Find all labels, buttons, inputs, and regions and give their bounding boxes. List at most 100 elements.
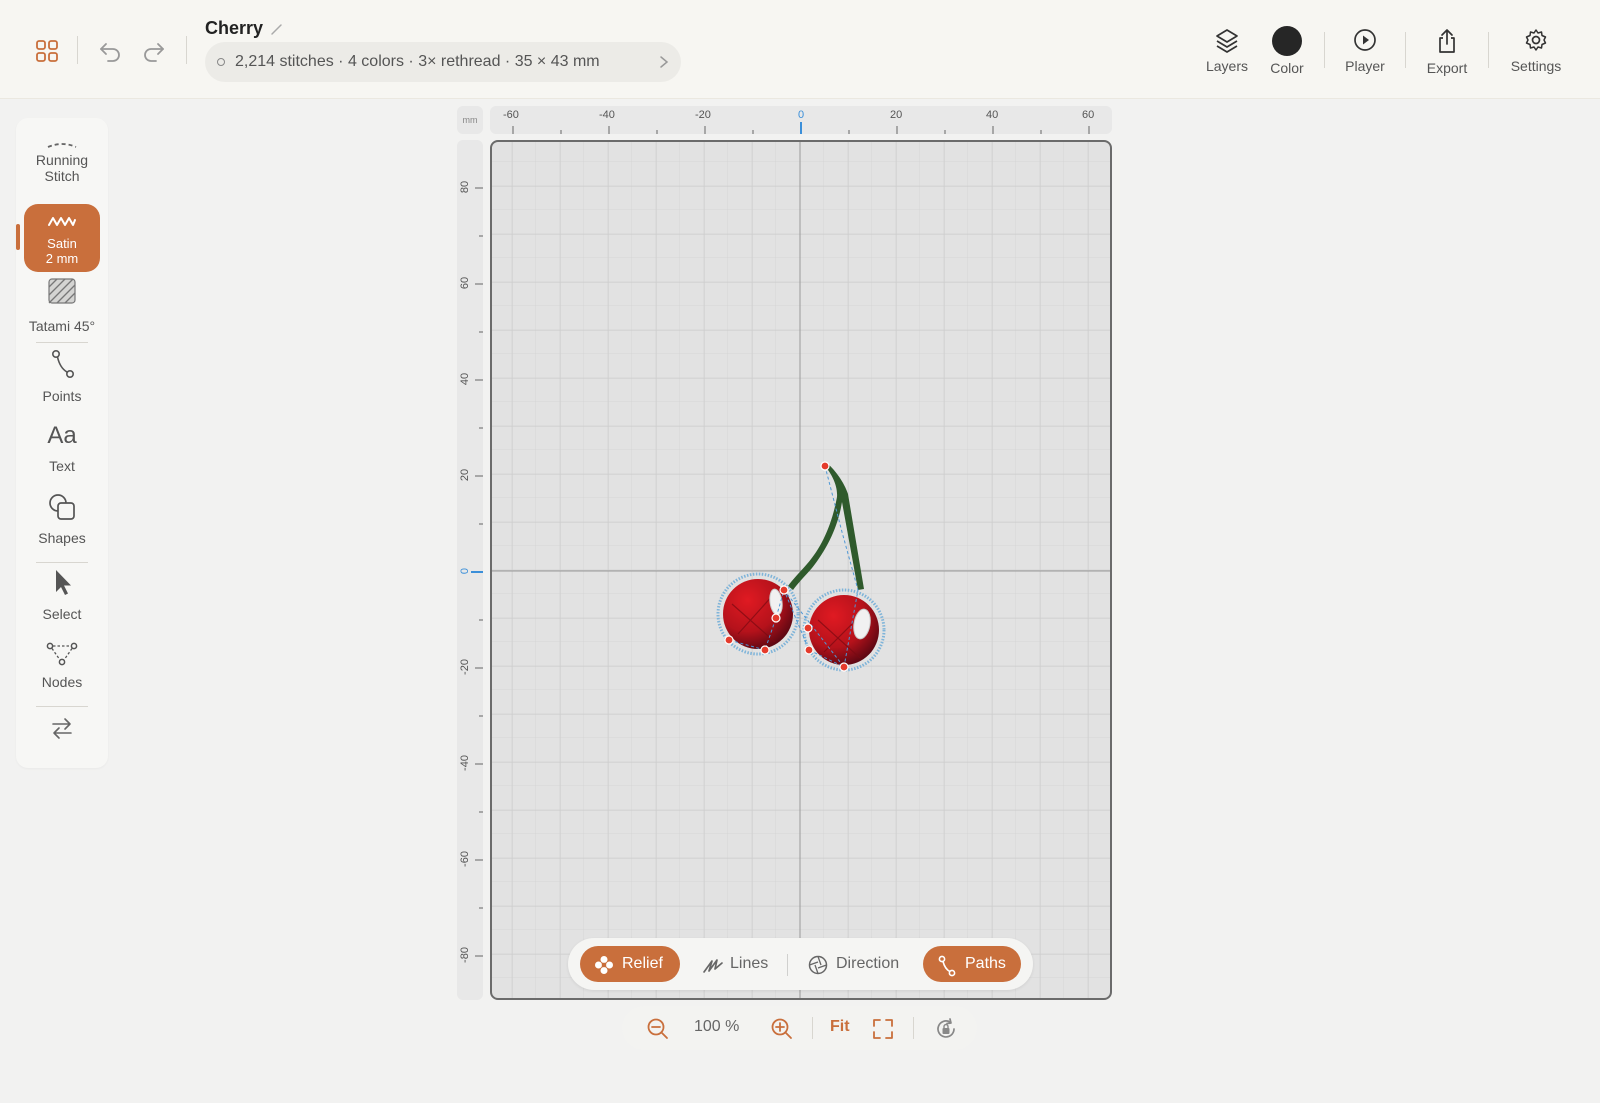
- nodes-icon: [46, 642, 78, 666]
- fit-button[interactable]: Fit: [830, 1018, 850, 1036]
- paths-label: Paths: [965, 955, 1006, 972]
- y-tick-label: -20: [459, 659, 471, 675]
- swap-tool[interactable]: [24, 716, 100, 740]
- running-stitch-label-2: Stitch: [44, 168, 80, 184]
- divider: [1405, 32, 1406, 68]
- player-button[interactable]: Player: [1329, 24, 1401, 84]
- y-tick-label: 60: [459, 276, 471, 290]
- squiggle-icon: [703, 959, 723, 973]
- export-button[interactable]: Export: [1411, 24, 1483, 84]
- color-button[interactable]: Color: [1251, 24, 1323, 84]
- canvas-drawing: [492, 142, 1110, 998]
- stats-text: 2,214 stitches · 4 colors · 3× rethread …: [235, 53, 600, 70]
- satin-label-2: 2 mm: [45, 251, 79, 266]
- tatami-tool[interactable]: Tatami 45°: [24, 278, 100, 334]
- text-label: Text: [49, 458, 75, 474]
- divider: [913, 1017, 914, 1039]
- divider: [36, 562, 88, 563]
- zoom-in-icon[interactable]: [770, 1017, 794, 1041]
- y-tick-label: 80: [459, 180, 471, 194]
- fullscreen-icon[interactable]: [872, 1018, 894, 1040]
- shapes-label: Shapes: [38, 530, 86, 546]
- flower-icon: [595, 956, 613, 974]
- stats-pill[interactable]: 2,214 stitches · 4 colors · 3× rethread …: [205, 42, 681, 82]
- x-tick-label: 60: [1082, 109, 1095, 121]
- swap-arrows-icon: [52, 718, 72, 739]
- ruler-unit: mm: [457, 106, 483, 134]
- points-path-icon: [52, 349, 74, 378]
- x-tick-label: 40: [986, 109, 999, 121]
- y-tick-label: 20: [459, 468, 471, 482]
- x-tick-label: -40: [599, 109, 615, 121]
- document-title[interactable]: Cherry: [205, 18, 263, 39]
- rotate-lock-icon[interactable]: [934, 1017, 958, 1041]
- divider: [186, 36, 187, 64]
- active-indicator: [16, 224, 20, 250]
- current-color-swatch: [1272, 26, 1302, 56]
- text-aa-icon: Aa: [47, 422, 77, 449]
- vertical-ruler: 80 60 40 20 0 -20 -40 -60 -80: [457, 140, 483, 1000]
- running-stitch-tool[interactable]: Running Stitch: [24, 138, 100, 184]
- layers-icon: [1216, 29, 1238, 53]
- text-tool[interactable]: Aa Text: [24, 420, 100, 474]
- divider: [1488, 32, 1489, 68]
- aperture-icon: [808, 955, 828, 975]
- tatami-label: Tatami 45°: [28, 318, 96, 334]
- satin-tool[interactable]: Satin 2 mm: [24, 204, 100, 272]
- x-tick-label: -60: [503, 109, 519, 121]
- play-icon: [1354, 29, 1376, 51]
- grid-icon[interactable]: [36, 40, 58, 62]
- y-tick-label: -60: [459, 851, 471, 867]
- x-tick-label: 0: [798, 109, 805, 121]
- player-label: Player: [1345, 58, 1385, 74]
- nodes-tool[interactable]: Nodes: [24, 640, 100, 690]
- y-tick-label: -80: [459, 947, 471, 963]
- running-stitch-label-1: Running: [35, 152, 89, 168]
- settings-label: Settings: [1510, 58, 1562, 74]
- shapes-tool[interactable]: Shapes: [24, 492, 100, 546]
- shapes-icon: [49, 494, 75, 520]
- select-tool[interactable]: Select: [24, 568, 100, 622]
- running-stitch-icon: [47, 143, 77, 148]
- status-dot-icon: [217, 58, 225, 66]
- y-tick-label: -40: [459, 755, 471, 771]
- horizontal-ruler: -60 -40 -20 0 20 40 60: [490, 106, 1112, 134]
- relief-mode-button[interactable]: Relief: [580, 946, 680, 982]
- zoom-level: 100 %: [694, 1018, 740, 1035]
- points-tool[interactable]: Points: [24, 348, 100, 404]
- direction-mode-button[interactable]: Direction: [794, 946, 914, 982]
- select-label: Select: [42, 606, 82, 622]
- zoom-bar: 100 % Fit: [622, 1006, 977, 1050]
- direction-label: Direction: [836, 955, 900, 972]
- tool-sidebar: Running Stitch Satin 2 mm Tatami 45° Poi…: [16, 118, 108, 768]
- divider: [77, 36, 78, 64]
- satin-zigzag-icon: [48, 217, 76, 226]
- x-tick-label: -20: [695, 109, 711, 121]
- satin-label-1: Satin: [47, 236, 77, 251]
- gear-icon: [1525, 29, 1547, 51]
- chevron-right-icon: [660, 56, 669, 68]
- tatami-hatch-icon: [48, 278, 76, 304]
- share-icon: [1439, 29, 1455, 53]
- pencil-icon[interactable]: [270, 22, 284, 36]
- y-tick-label: 40: [459, 372, 471, 386]
- view-mode-bar: Relief Lines Direction Paths: [568, 938, 1033, 990]
- paths-mode-button[interactable]: Paths: [923, 946, 1021, 982]
- zoom-out-icon[interactable]: [646, 1017, 670, 1041]
- color-label: Color: [1270, 60, 1304, 76]
- cursor-arrow-icon: [56, 570, 71, 595]
- export-label: Export: [1426, 60, 1468, 76]
- grid-major: [492, 142, 1110, 998]
- embroidery-canvas[interactable]: [490, 140, 1112, 1000]
- divider: [36, 706, 88, 707]
- lines-mode-button[interactable]: Lines: [688, 946, 768, 982]
- y-tick-label: 0: [459, 567, 471, 575]
- points-label: Points: [42, 388, 82, 404]
- undo-icon[interactable]: [98, 40, 122, 62]
- divider: [812, 1017, 813, 1039]
- divider: [36, 342, 88, 343]
- settings-button[interactable]: Settings: [1500, 24, 1572, 84]
- x-tick-label: 20: [890, 109, 903, 121]
- right-cherry[interactable]: [802, 588, 886, 672]
- redo-icon[interactable]: [142, 40, 166, 62]
